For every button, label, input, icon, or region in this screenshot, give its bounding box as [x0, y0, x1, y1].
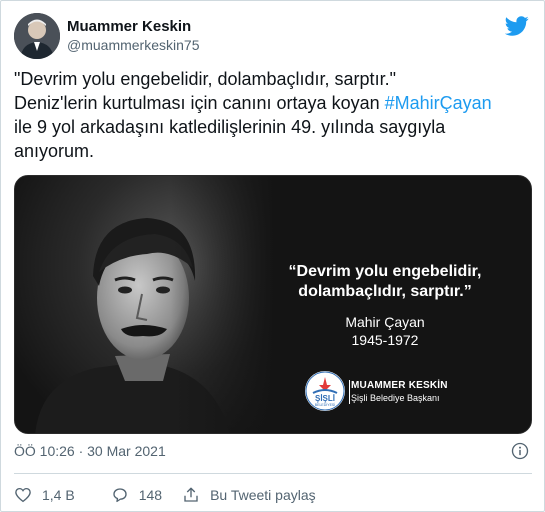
- tweet-text: "Devrim yolu engebelidir, dolambaçlıdır,…: [14, 67, 534, 163]
- reply-count: 148: [138, 487, 163, 503]
- tweet-media-image[interactable]: “Devrim yolu engebelidir, dolambaçlıdır,…: [14, 175, 532, 434]
- image-quote-line: “Devrim yolu engebelidir,: [288, 263, 482, 280]
- tweet-timestamp[interactable]: ÖÖ 10:26 · 30 Mar 2021: [14, 443, 166, 459]
- image-person-years: 1945-1972: [351, 332, 419, 348]
- image-quote-line: dolambaçlıdır, sarptır.”: [298, 283, 472, 300]
- sisli-municipality-logo: ŞİŞLİ BELEDİYESİ: [305, 371, 345, 411]
- tweet-actions: 1,4 B 148 Bu Tweeti paylaş: [14, 484, 316, 506]
- display-name[interactable]: Muammer Keskin: [67, 18, 191, 35]
- image-quote: “Devrim yolu engebelidir, dolambaçlıdır,…: [275, 262, 495, 302]
- share-icon: [184, 487, 198, 502]
- avatar[interactable]: [14, 13, 60, 59]
- signature-name: MUAMMER KESKİN: [351, 380, 448, 391]
- image-person-name: Mahir Çayan: [345, 314, 425, 330]
- logo-text: ŞİŞLİ: [315, 394, 335, 403]
- divider: [14, 473, 532, 474]
- tweet-text-fragment: Deniz'lerin kurtulması için canını ortay…: [14, 93, 385, 113]
- tweet-text-line: anıyorum.: [14, 141, 95, 161]
- tweet-text-line: ile 9 yol arkadaşını katledilişlerinin 4…: [14, 117, 446, 137]
- tweet-text-line: "Devrim yolu engebelidir, dolambaçlıdır,…: [14, 69, 396, 89]
- logo-subtext: BELEDİYESİ: [315, 402, 335, 407]
- reply-icon: [113, 488, 127, 503]
- share-label: Bu Tweeti paylaş: [210, 487, 316, 503]
- user-handle[interactable]: @muammerkeskin75: [67, 37, 199, 53]
- portrait-photo: [15, 176, 275, 433]
- reply-button[interactable]: 148: [111, 486, 162, 504]
- like-button[interactable]: 1,4 B: [14, 486, 75, 504]
- hashtag-link[interactable]: #MahirÇayan: [385, 93, 492, 113]
- signature-divider: [349, 380, 350, 404]
- share-button[interactable]: Bu Tweeti paylaş: [182, 486, 316, 504]
- twitter-bird-icon[interactable]: [505, 14, 529, 38]
- tweet-text-line: Deniz'lerin kurtulması için canını ortay…: [14, 91, 534, 115]
- info-icon[interactable]: [511, 442, 529, 460]
- heart-icon: [15, 487, 31, 503]
- signature-title: Şişli Belediye Başkanı: [351, 393, 440, 403]
- like-count: 1,4 B: [42, 487, 75, 503]
- tweet-card: Muammer Keskin @muammerkeskin75 "Devrim …: [0, 0, 545, 512]
